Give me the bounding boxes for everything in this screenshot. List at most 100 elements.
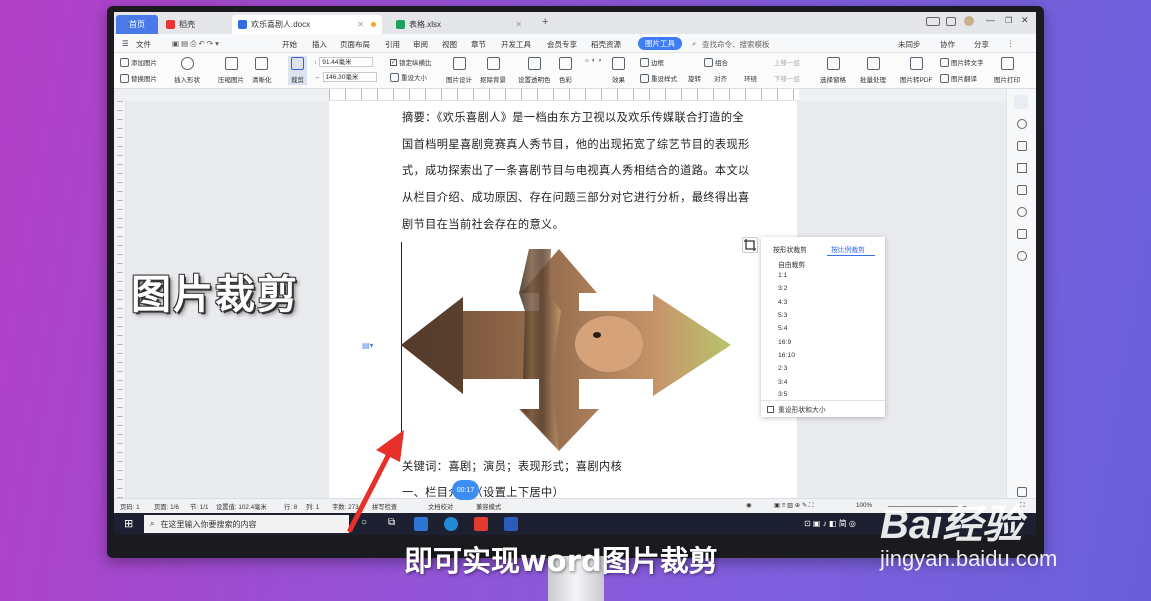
menu-item-start[interactable]: 开始 <box>282 39 297 50</box>
replace-image-button[interactable]: 替换图片 <box>120 73 157 83</box>
batch-button[interactable]: 批量处理 <box>860 57 886 84</box>
share-button[interactable]: 分享 <box>974 39 989 50</box>
reset-size-button[interactable]: 重设大小 <box>390 72 427 82</box>
tab-crop-by-shape[interactable]: 按形状裁剪 <box>773 244 807 254</box>
command-search[interactable]: 查找命令、搜索模板 <box>702 39 770 50</box>
menu-item-chapter[interactable]: 章节 <box>471 39 486 50</box>
reset-shape-button[interactable]: 重设形状和大小 <box>767 404 826 414</box>
wrap-button[interactable]: 环绕 <box>744 73 757 83</box>
remove-bg-button[interactable]: 抠除背景 <box>480 57 506 84</box>
quick-access-icons[interactable]: ▣ ▤ ⎙ ↶ ↷ ▾ <box>172 39 219 49</box>
close-window-icon[interactable]: ✕ <box>1021 15 1029 26</box>
ratio-item[interactable]: 5:4 <box>778 325 787 332</box>
width-field[interactable]: ↔ 146.30毫米 <box>314 72 377 82</box>
windows-start-icon[interactable]: ⊞ <box>124 517 133 530</box>
crop-button[interactable]: 裁剪 <box>288 56 307 85</box>
crop-toggle-button[interactable] <box>742 237 758 253</box>
ratio-item[interactable]: 3:5 <box>778 391 787 398</box>
menu-item-reference[interactable]: 引用 <box>385 39 400 50</box>
combine-button[interactable]: 组合 <box>704 57 728 67</box>
window-icon[interactable] <box>946 17 956 26</box>
minimize-icon[interactable]: — <box>986 15 995 25</box>
ratio-item[interactable]: 16:9 <box>778 339 791 346</box>
search-icon[interactable]: ⌕ <box>692 39 696 49</box>
layout-options-icon[interactable]: ▤▾ <box>362 341 374 350</box>
menu-file[interactable]: 文件 <box>136 39 151 50</box>
effects-button[interactable]: 效果 <box>612 57 625 84</box>
system-tray-icons[interactable]: ⊡ ▣ ♪ ◧ 简 ◎ <box>804 518 856 529</box>
tab-sheet-close-icon[interactable]: ✕ <box>515 20 522 29</box>
vertical-ruler[interactable] <box>114 101 126 501</box>
tab-daoke[interactable]: 稻壳 <box>160 15 230 34</box>
bring-forward-button[interactable]: 上移一层 <box>774 57 800 67</box>
menu-item-review[interactable]: 审阅 <box>413 39 428 50</box>
send-backward-button[interactable]: 下移一层 <box>774 73 800 83</box>
to-text-button[interactable]: 图片转文字 <box>940 57 984 67</box>
tab-sheet[interactable]: 表格.xlsx ✕ <box>390 15 530 34</box>
width-input[interactable]: 146.30毫米 <box>322 72 377 82</box>
more-icon[interactable]: ⋮ <box>1007 39 1015 48</box>
ratio-item[interactable]: 3:4 <box>778 379 787 386</box>
compress-button[interactable]: 压缩图片 <box>218 57 244 84</box>
lock-ratio-checkbox[interactable]: ✓ 锁定纵横比 <box>390 57 432 67</box>
horizontal-ruler[interactable] <box>329 89 799 101</box>
crop-free[interactable]: 自由裁剪 <box>778 259 805 269</box>
collab-button[interactable]: 协作 <box>940 39 955 50</box>
hamburger-icon[interactable]: ☰ <box>122 39 129 48</box>
menu-item-view[interactable]: 视图 <box>442 39 457 50</box>
restore-icon[interactable]: ❐ <box>1005 16 1012 25</box>
menu-item-image-tools[interactable]: 图片工具 <box>638 37 682 50</box>
to-pdf-button[interactable]: 图片转PDF <box>900 57 933 84</box>
menu-item-insert[interactable]: 插入 <box>312 39 327 50</box>
new-tab-icon[interactable]: + <box>542 16 548 28</box>
menu-item-member[interactable]: 会员专享 <box>547 39 577 50</box>
color-button[interactable]: 色彩 <box>559 57 572 84</box>
ratio-item[interactable]: 3:2 <box>778 285 787 292</box>
taskbar-search[interactable]: ⌕ 在这里输入你要搜索的内容 <box>144 515 349 533</box>
border-button[interactable]: 边框 <box>640 57 664 67</box>
ratio-item[interactable]: 4:3 <box>778 299 787 306</box>
sharpen-button[interactable]: 清晰化 <box>252 57 272 84</box>
wps-icon[interactable] <box>474 517 488 531</box>
menu-item-devtools[interactable]: 开发工具 <box>501 39 531 50</box>
settings-sliders-icon[interactable] <box>1017 185 1027 195</box>
tab-document[interactable]: 欢乐喜剧人.docx ✕ <box>232 15 382 34</box>
cropped-image[interactable] <box>401 249 733 451</box>
height-input[interactable]: 91.44毫米 <box>319 57 374 67</box>
tab-home[interactable]: 首页 <box>116 15 158 34</box>
help-icon[interactable] <box>1017 207 1027 217</box>
share-panel-icon[interactable] <box>1017 229 1027 239</box>
add-image-button[interactable]: 添加图片 <box>120 57 157 67</box>
image-design-button[interactable]: 图片设计 <box>446 57 472 84</box>
translate-button[interactable]: 图片翻译 <box>940 73 977 83</box>
proofread-button[interactable]: 文档校对 <box>428 502 453 511</box>
tab-close-icon[interactable]: ✕ <box>357 20 364 29</box>
rotate-button[interactable]: 旋转 <box>688 73 701 83</box>
edge-icon[interactable] <box>414 517 428 531</box>
transparent-button[interactable]: 设置透明色 <box>518 57 551 84</box>
sync-button[interactable]: 未同步 <box>898 39 921 50</box>
layout-icon[interactable] <box>926 17 940 26</box>
word-taskbar-icon[interactable] <box>504 517 518 531</box>
reset-style-button[interactable]: 重设样式 <box>640 73 677 83</box>
eye-protect-icon[interactable]: ◉ <box>746 502 752 509</box>
height-field[interactable]: ↕ 91.44毫米 <box>314 57 374 67</box>
menu-item-layout[interactable]: 页面布局 <box>340 39 370 50</box>
ratio-item[interactable]: 5:3 <box>778 312 787 319</box>
ratio-item[interactable]: 1:1 <box>778 272 787 279</box>
browser-icon[interactable] <box>444 517 458 531</box>
location-icon[interactable] <box>1017 251 1027 261</box>
align-button[interactable]: 对齐 <box>714 73 727 83</box>
scroll-up-icon[interactable] <box>1014 95 1028 109</box>
insert-shape-button[interactable]: 插入形状 <box>174 57 200 84</box>
print-image-button[interactable]: 图片打印 <box>994 57 1020 84</box>
adjust-icons[interactable]: ☼ ◐ ◑ <box>584 57 601 64</box>
tab-crop-by-ratio[interactable]: 按比例裁剪 <box>831 244 865 254</box>
ratio-item[interactable]: 2:3 <box>778 365 787 372</box>
zoom-level[interactable]: 100% <box>856 502 872 509</box>
ratio-item[interactable]: 16:10 <box>778 352 795 359</box>
avatar[interactable] <box>964 16 974 26</box>
view-mode-icons[interactable]: ▣ ≡ ▥ ⊕ ✎ ⛶ <box>774 502 813 510</box>
select-pane-button[interactable]: 选择窗格 <box>820 57 846 84</box>
menu-item-resources[interactable]: 稻壳资源 <box>591 39 621 50</box>
